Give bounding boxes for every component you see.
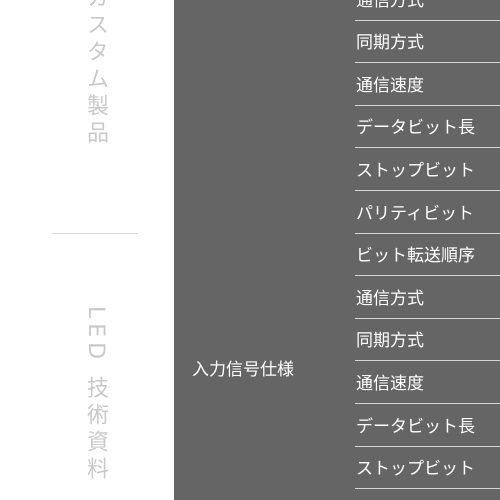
table-row: 通信方式	[355, 276, 500, 319]
row-label: 通信速度	[356, 75, 424, 96]
spec-rows: 通信方式 同期方式 通信速度 データビット長 ストップビット パリティビット ビ…	[355, 0, 500, 490]
row-label: データビット長	[356, 118, 475, 139]
row-label: データビット長	[356, 416, 475, 437]
row-label: 通信方式	[356, 288, 424, 309]
sidebar-divider	[52, 233, 138, 234]
sidebar-link-custom-products[interactable]: カスタム製品	[80, 0, 110, 148]
table-row: ビット転送順序	[355, 234, 500, 277]
sidebar-link-led-technical-data[interactable]: LED 技術資料	[80, 306, 110, 484]
row-label: ストップビット	[356, 160, 475, 181]
row-label: パリティビット	[356, 203, 474, 224]
table-row: ストップビット	[355, 148, 500, 191]
spec-table: 入力信号仕様 通信方式 同期方式 通信速度 データビット長 ストップビット パリ…	[174, 0, 500, 500]
table-row: 同期方式	[355, 319, 500, 362]
group-label: 入力信号仕様	[192, 360, 294, 380]
table-row: ストップビット	[355, 447, 500, 490]
sidebar: カスタム製品 LED 技術資料	[0, 0, 174, 500]
row-label: 同期方式	[356, 331, 424, 352]
row-label: 通信方式	[356, 0, 424, 11]
row-label: ビット転送順序	[356, 246, 475, 267]
table-row: パリティビット	[355, 191, 500, 234]
table-row: データビット長	[355, 404, 500, 447]
table-row: 同期方式	[355, 21, 500, 64]
table-row: データビット長	[355, 106, 500, 149]
row-label: 通信速度	[356, 373, 424, 394]
table-row: 通信速度	[355, 63, 500, 106]
table-row: 通信方式	[355, 0, 500, 21]
table-row: 通信速度	[355, 361, 500, 404]
row-label: ストップビット	[356, 459, 475, 480]
row-label: 同期方式	[356, 33, 424, 54]
